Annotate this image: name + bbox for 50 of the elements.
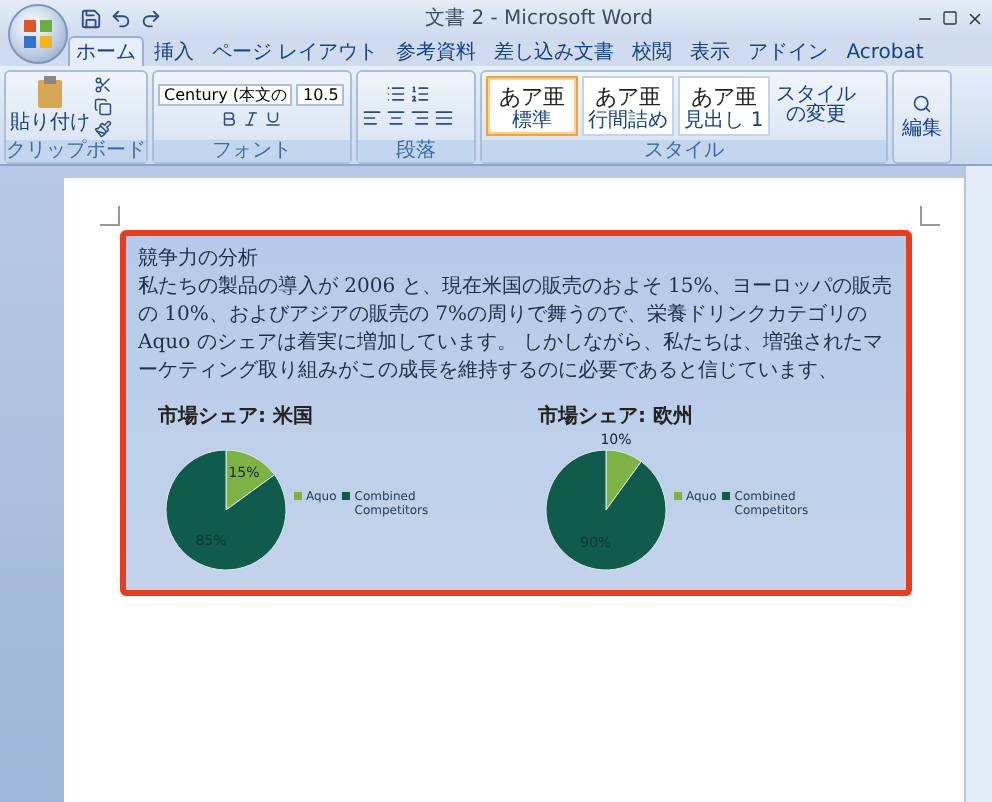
group-label: クリップボード [6,140,146,162]
style-gallery-item[interactable]: あア亜 標準 [486,76,578,136]
underline-icon[interactable] [264,110,283,128]
ribbon-tab[interactable]: 挿入 [146,36,202,66]
font-size-field[interactable]: 10.5 [296,84,345,106]
align-center-icon[interactable] [386,108,406,128]
italic-icon[interactable] [242,110,261,128]
chart-title: 市場シェア: 米国 [158,402,315,430]
paragraph: 私たちの製品の導入が 2006 と、現在米国の販売のおよそ 15%、ヨーロッパの販売の 10%、およびアジアの販売の 7%の周りで舞うので、栄養ドリンクカテゴリの Aquo のシェアは着実に増加しています。 しかしながら、私たちは、増強されたマーケティング取り組みがこの成長を維持するのに必要であると信じています、 [138,274,894,386]
group-label: 段落 [358,140,474,162]
align-right-icon[interactable] [410,108,430,128]
style-gallery-item[interactable]: あア亜 行間詰め [582,76,674,136]
bullet-list-icon[interactable] [386,84,406,104]
group-label: スタイル [482,140,886,162]
legend-swatch [674,492,682,500]
align-left-icon[interactable] [362,108,382,128]
search-icon [912,93,932,113]
legend-swatch [294,492,302,500]
copy-icon[interactable] [94,97,112,115]
group-label: フォント [154,140,350,162]
font-name-field[interactable]: Century (本文の [158,84,293,106]
cut-icon[interactable] [94,75,112,93]
legend-swatch [342,492,351,500]
format-painter-icon[interactable] [94,119,112,137]
ribbon-tab[interactable]: 校閲 [624,36,681,66]
style-gallery-item[interactable]: あア亜 見出し 1 [678,76,770,136]
change-styles-button[interactable]: スタイルの変更 [774,86,858,126]
office-logo-icon [22,18,54,50]
ribbon-tab[interactable]: 表示 [682,36,739,66]
ribbon-tab[interactable]: ページ レイアウト [204,36,387,66]
close-icon[interactable] [966,9,984,27]
maximize-icon[interactable] [942,10,958,26]
clipboard-icon [32,76,68,108]
undo-icon[interactable] [110,7,132,29]
redo-icon[interactable] [140,7,162,29]
justify-icon[interactable] [434,108,454,128]
chart-title: 市場シェア: 欧州 [538,402,695,430]
bold-icon[interactable] [220,110,239,128]
ribbon-tab[interactable]: アドイン [740,36,837,66]
ribbon-tab[interactable]: ホーム [68,36,144,66]
legend-swatch [722,492,731,500]
ribbon-tab[interactable]: 差し込み文書 [486,36,623,66]
ribbon-tab[interactable]: Acrobat [838,36,932,66]
scrollbar[interactable] [964,166,992,802]
paste-button[interactable]: 貼り付け [10,76,90,136]
ribbon-tab[interactable]: 参考資料 [388,36,485,66]
numbered-list-icon[interactable] [410,84,430,104]
window-title: 文書 2 - Microsoft Word [423,5,655,32]
save-icon[interactable] [80,7,102,29]
heading: 競争力の分析 [138,245,260,274]
